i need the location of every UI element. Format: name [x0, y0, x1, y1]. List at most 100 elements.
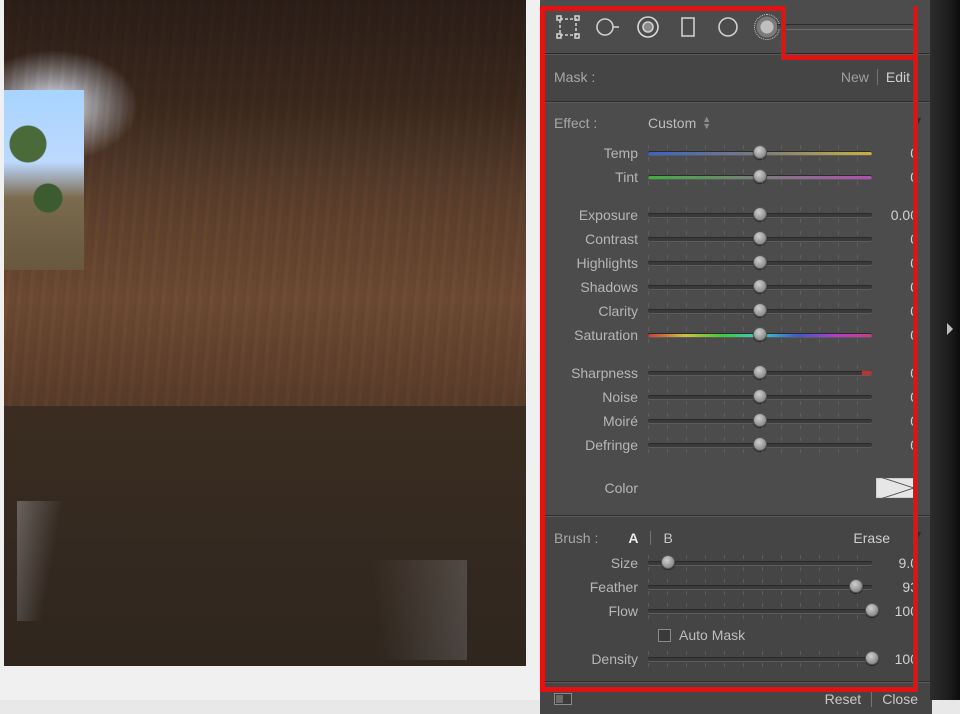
slider-feather[interactable]: Feather93: [554, 575, 918, 599]
slider-track[interactable]: [648, 282, 872, 292]
slider-value: 9.0: [872, 555, 918, 571]
slider-thumb[interactable]: [753, 327, 767, 341]
expand-right-panel-icon[interactable]: [944, 316, 956, 342]
slider-track[interactable]: [648, 606, 872, 616]
slider-thumb[interactable]: [753, 365, 767, 379]
slider-label: Contrast: [554, 231, 648, 247]
slider-contrast[interactable]: Contrast 0: [554, 227, 918, 251]
reset-button[interactable]: Reset: [825, 691, 862, 707]
slider-track[interactable]: [648, 440, 872, 450]
color-label: Color: [554, 480, 648, 496]
slider-value: 0: [872, 145, 918, 161]
effect-title: Effect :: [554, 115, 636, 131]
slider-thumb[interactable]: [865, 651, 879, 665]
panel-toggle-switch[interactable]: [554, 693, 572, 705]
slider-density-host: Density100: [554, 647, 918, 671]
effect-disclose-icon[interactable]: ▼: [910, 113, 924, 129]
slider-tint[interactable]: Tint0: [554, 165, 918, 189]
slider-value: 0: [872, 279, 918, 295]
slider-clarity[interactable]: Clarity0: [554, 299, 918, 323]
effect-preset-dropdown[interactable]: Custom ▲▼: [648, 115, 711, 131]
slider-thumb[interactable]: [753, 207, 767, 221]
slider-track[interactable]: [648, 234, 872, 244]
slider-track[interactable]: [648, 210, 872, 220]
slider-track[interactable]: [648, 368, 872, 378]
slider-label: Shadows: [554, 279, 648, 295]
brush-disclose-icon[interactable]: ▼: [910, 527, 924, 543]
mask-new-button[interactable]: New: [833, 69, 877, 85]
spot-removal-tool[interactable]: [594, 13, 622, 41]
close-button[interactable]: Close: [882, 691, 918, 707]
slider-label: Density: [554, 651, 648, 667]
slider-thumb[interactable]: [865, 603, 879, 617]
panel-footer: Reset Close: [540, 682, 932, 714]
slider-label: Highlights: [554, 255, 648, 271]
brush-title: Brush :: [554, 530, 598, 546]
color-swatch[interactable]: [876, 478, 918, 498]
mask-section: Mask : New Edit: [540, 54, 932, 102]
slider-density[interactable]: Density100: [554, 647, 918, 671]
slider-thumb[interactable]: [753, 145, 767, 159]
slider-thumb[interactable]: [661, 555, 675, 569]
mask-edit-button[interactable]: Edit: [878, 69, 918, 85]
graduated-filter-tool[interactable]: [674, 13, 702, 41]
slider-saturation[interactable]: Saturation0: [554, 323, 918, 347]
slider-thumb[interactable]: [849, 579, 863, 593]
slider-highlights[interactable]: Highlights0: [554, 251, 918, 275]
crop-tool[interactable]: [554, 13, 582, 41]
slider-noise[interactable]: Noise0: [554, 385, 918, 409]
brush-tab-a[interactable]: A: [628, 530, 638, 546]
slider-thumb[interactable]: [753, 437, 767, 451]
slider-value: 0: [872, 231, 918, 247]
slider-moiré[interactable]: Moiré0: [554, 409, 918, 433]
automask-checkbox[interactable]: [658, 629, 671, 642]
slider-label: Size: [554, 555, 648, 571]
slider-label: Tint: [554, 169, 648, 185]
slider-label: Moiré: [554, 413, 648, 429]
adjustment-brush-tool[interactable]: [754, 14, 918, 40]
slider-thumb[interactable]: [753, 255, 767, 269]
slider-track[interactable]: [648, 258, 872, 268]
slider-group-brush: Size 9.0 Feather93Flow100: [554, 551, 918, 623]
slider-thumb[interactable]: [753, 413, 767, 427]
slider-value: 0: [872, 437, 918, 453]
slider-defringe[interactable]: Defringe0: [554, 433, 918, 457]
slider-track[interactable]: [648, 330, 872, 340]
photo-preview[interactable]: [4, 0, 526, 666]
redeye-tool[interactable]: [634, 13, 662, 41]
slider-track[interactable]: [648, 392, 872, 402]
slider-track[interactable]: [648, 172, 872, 182]
slider-thumb[interactable]: [753, 169, 767, 183]
effect-section: ▼ Effect : Custom ▲▼ Temp0Tint0 Exposure…: [540, 102, 932, 516]
slider-flow[interactable]: Flow100: [554, 599, 918, 623]
slider-value: 0: [872, 389, 918, 405]
automask-label: Auto Mask: [679, 627, 745, 643]
slider-value: 93: [872, 579, 918, 595]
slider-value: 0: [872, 365, 918, 381]
slider-track[interactable]: [648, 306, 872, 316]
slider-track[interactable]: [648, 558, 872, 568]
slider-sharpness[interactable]: Sharpness0: [554, 361, 918, 385]
slider-track[interactable]: [648, 148, 872, 158]
effect-preset-value: Custom: [648, 115, 696, 131]
slider-track[interactable]: [648, 416, 872, 426]
brush-tab-b[interactable]: B: [663, 530, 672, 546]
slider-thumb[interactable]: [753, 279, 767, 293]
radial-filter-tool[interactable]: [714, 13, 742, 41]
slider-label: Exposure: [554, 207, 648, 223]
slider-thumb[interactable]: [753, 303, 767, 317]
slider-thumb[interactable]: [753, 389, 767, 403]
updown-icon: ▲▼: [702, 116, 711, 130]
slider-label: Saturation: [554, 327, 648, 343]
slider-track[interactable]: [648, 582, 872, 592]
slider-shadows[interactable]: Shadows 0: [554, 275, 918, 299]
slider-temp[interactable]: Temp0: [554, 141, 918, 165]
brush-erase-button[interactable]: Erase: [853, 530, 890, 546]
color-row: Color: [554, 471, 918, 505]
canvas-area: [0, 0, 540, 700]
slider-track[interactable]: [648, 654, 872, 664]
slider-group-detail: Sharpness0Noise0Moiré0Defringe0: [554, 361, 918, 457]
slider-size[interactable]: Size 9.0: [554, 551, 918, 575]
slider-thumb[interactable]: [753, 231, 767, 245]
slider-exposure[interactable]: Exposure0.00: [554, 203, 918, 227]
